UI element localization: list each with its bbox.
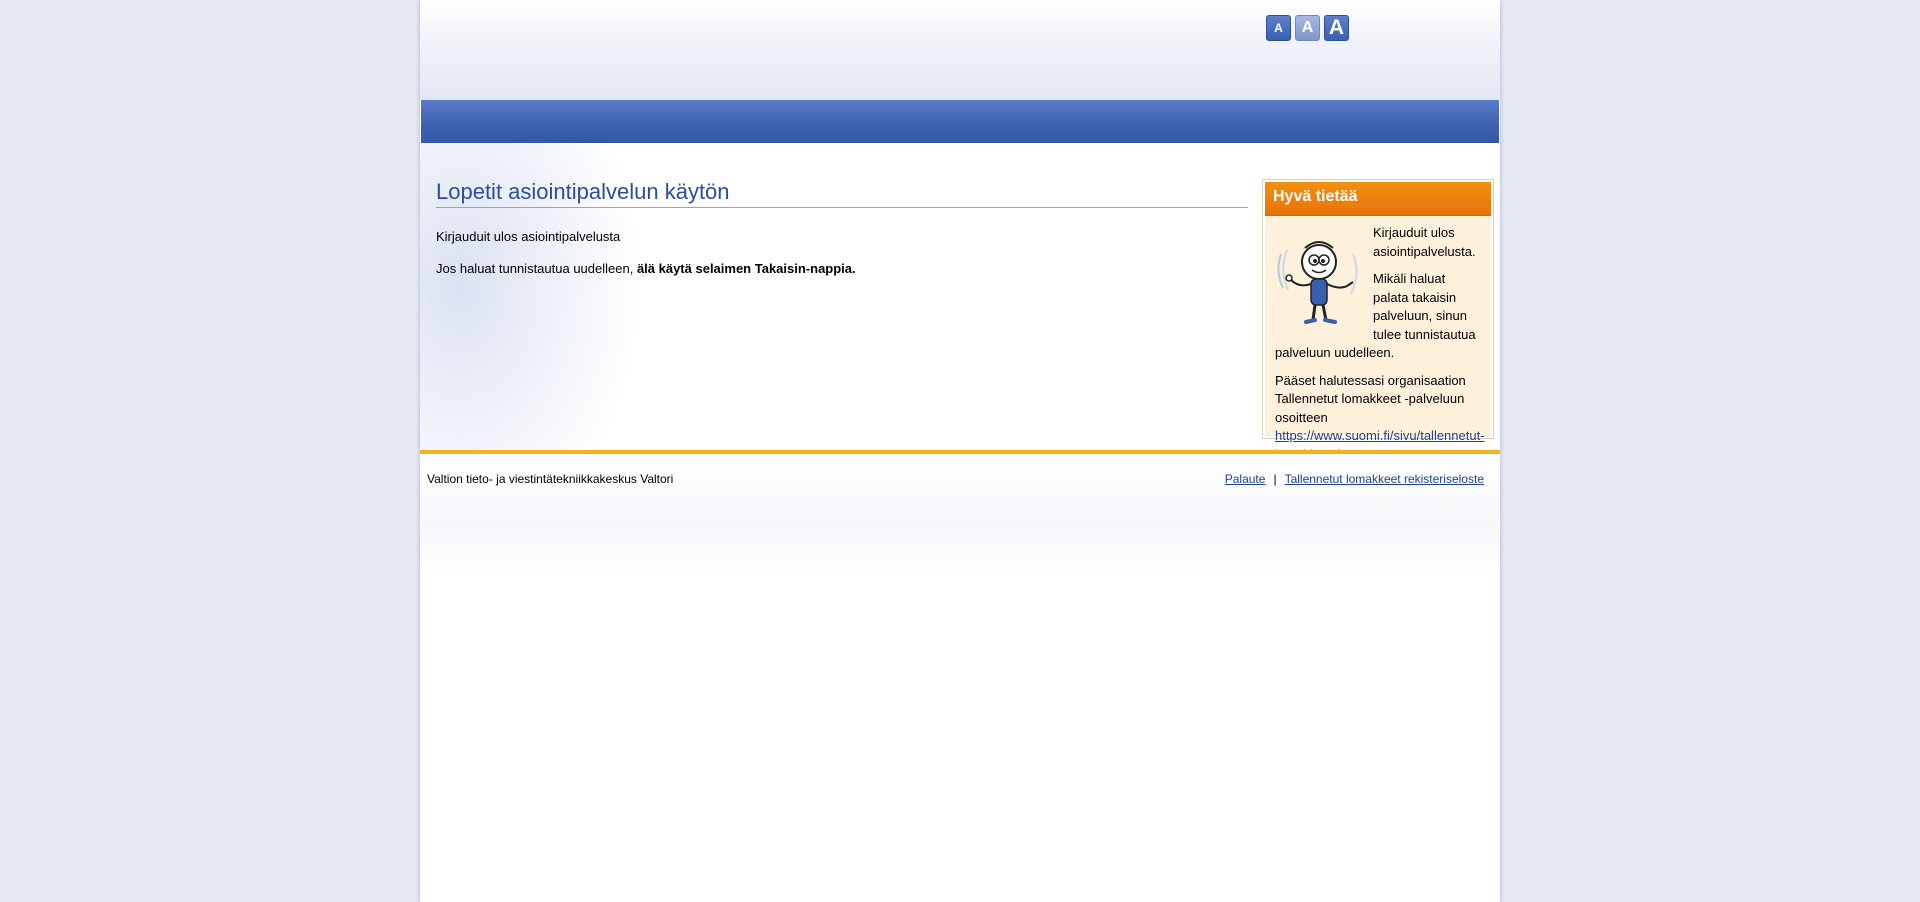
info-box-body: Kirjauduit ulos asiointipalvelusta. Mikä… <box>1265 216 1491 464</box>
relogin-warning: älä käytä selaimen Takaisin-nappia. <box>636 261 856 276</box>
privacy-statement-link[interactable]: Tallennetut lomakkeet rekisteriseloste <box>1285 472 1484 486</box>
header: A A A <box>420 0 1500 100</box>
relogin-prefix: Jos haluat tunnistautua uudelleen, <box>436 261 637 276</box>
page-container: A A A Lopetit asiointipalvelun käytön Ki… <box>420 0 1500 902</box>
info-paragraph-3-prefix: Pääset halutessasi organisaation Tallenn… <box>1275 372 1466 425</box>
page-title: Lopetit asiointipalvelun käytön <box>436 179 1248 208</box>
footer: Valtion tieto- ja viestintätekniikkakesk… <box>420 454 1500 574</box>
feedback-link[interactable]: Palaute <box>1225 472 1266 486</box>
font-size-small-button[interactable]: A <box>1266 15 1291 41</box>
footer-links: Palaute | Tallennetut lomakkeet rekisteris… <box>1225 472 1484 486</box>
waving-figure-icon <box>1277 241 1358 324</box>
logout-message: Kirjauduit ulos asiointipalvelusta <box>436 229 621 244</box>
navigation-bar <box>421 100 1499 143</box>
relogin-instructions: Jos haluat tunnistautua uudelleen, älä k… <box>436 261 856 276</box>
footer-separator: | <box>1273 472 1277 486</box>
main-content: Lopetit asiointipalvelun käytön Kirjaudu… <box>420 143 1500 462</box>
footer-organization: Valtion tieto- ja viestintätekniikkakesk… <box>427 472 674 486</box>
info-box-title: Hyvä tietää <box>1265 182 1491 216</box>
font-size-medium-button[interactable]: A <box>1295 15 1320 41</box>
info-box: Hyvä tietää Kirjauduit ulos asiointipalv… <box>1262 179 1494 462</box>
font-size-controls: A A A <box>1266 15 1349 41</box>
font-size-large-button[interactable]: A <box>1324 15 1349 41</box>
